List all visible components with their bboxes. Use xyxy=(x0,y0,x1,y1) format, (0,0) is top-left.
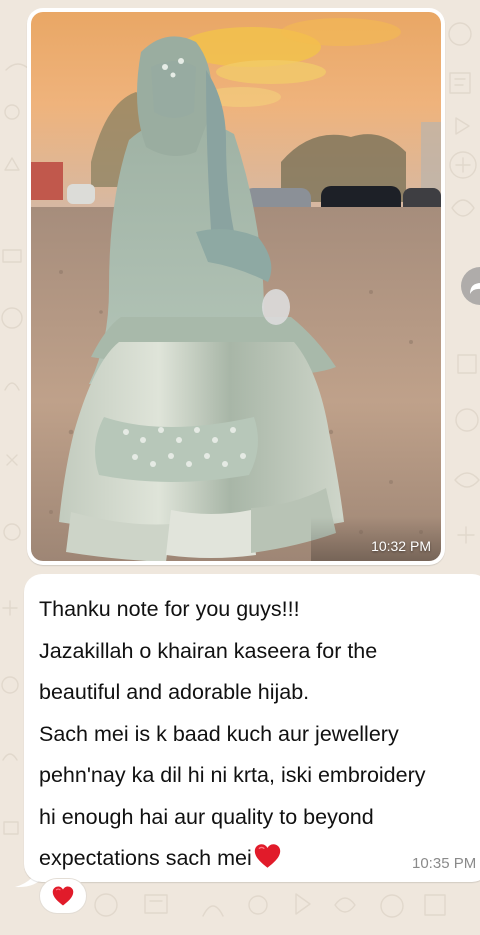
text-message-bubble[interactable]: Thanku note for you guys!!! Jazakillah o… xyxy=(24,574,480,882)
message-line: hi enough hai aur quality to beyond xyxy=(39,804,374,829)
message-line: beautiful and adorable hijab. xyxy=(39,680,310,704)
message-line: Jazakillah o khairan kaseera for the xyxy=(39,638,378,663)
image-timestamp: 10:32 PM xyxy=(371,538,431,554)
image-message-bubble[interactable]: 10:32 PM xyxy=(27,8,445,565)
message-timestamp: 10:35 PM xyxy=(412,855,477,872)
reaction-badge[interactable] xyxy=(39,878,87,914)
red-heart-emoji xyxy=(52,886,74,906)
photo-illustration xyxy=(31,12,441,561)
forward-share-icon xyxy=(470,283,480,294)
message-line: Thanku note for you guys!!! xyxy=(39,597,300,621)
message-text: Thanku note for you guys!!! Jazakillah o… xyxy=(39,589,480,880)
photo-content[interactable] xyxy=(31,12,441,561)
message-line: Sach mei is k baad kuch aur jewellery xyxy=(39,721,399,746)
red-heart-emoji xyxy=(254,844,280,868)
message-line: pehn'nay ka dil hi ni krta, iski embroid… xyxy=(39,763,426,787)
message-line-text: expectations sach mei xyxy=(39,846,252,870)
